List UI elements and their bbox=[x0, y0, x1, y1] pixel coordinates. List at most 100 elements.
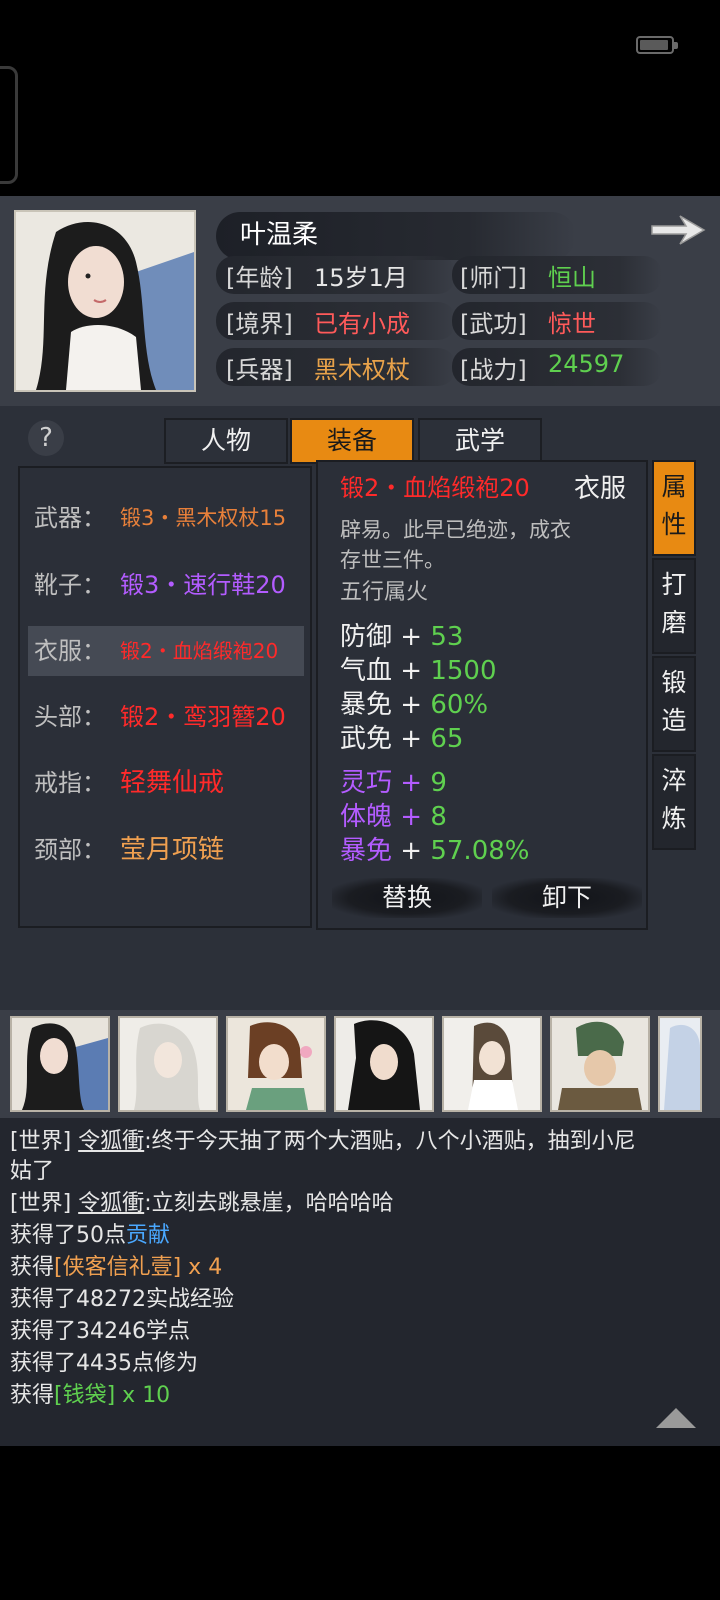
chat-line: [世界] 令狐衝:立刻去跳悬崖，哈哈哈哈 bbox=[10, 1188, 394, 1220]
expand-chat-icon[interactable] bbox=[656, 1408, 696, 1428]
tab-martial-arts[interactable]: 武学 bbox=[418, 418, 542, 464]
chat-highlight: 贡献 bbox=[126, 1223, 171, 1248]
help-icon[interactable]: ? bbox=[28, 420, 64, 456]
chat-item: [侠客信礼壹] x 4 bbox=[54, 1255, 223, 1280]
base-stats: 防御 + 53 气血 + 1500 暴免 + 60% 武免 + 65 bbox=[340, 620, 497, 756]
side-tabs: 属性 打磨 锻造 淬炼 bbox=[652, 460, 698, 850]
bonus-stat-row: 灵巧 + 9 bbox=[340, 766, 529, 800]
slot-label: 颈部： bbox=[34, 836, 106, 864]
chat-username[interactable]: 令狐衝 bbox=[78, 1129, 144, 1154]
stat-plus: + bbox=[392, 802, 431, 832]
stat-value: 57.08% bbox=[430, 836, 530, 866]
party-avatar[interactable] bbox=[118, 1016, 218, 1112]
portrait-image bbox=[16, 212, 194, 390]
chat-message: :立刻去跳悬崖，哈哈哈哈 bbox=[144, 1191, 394, 1216]
chat-line: 获得[侠客信礼壹] x 4 bbox=[10, 1252, 222, 1284]
age-label: [年龄] bbox=[226, 264, 293, 292]
chat-line: 获得了50点贡献 bbox=[10, 1220, 170, 1252]
weapon-label: [兵器] bbox=[226, 356, 293, 384]
item-type: 衣服 bbox=[574, 474, 627, 504]
bonus-stats: 灵巧 + 9 体魄 + 8 暴免 + 57.08% bbox=[340, 766, 529, 868]
stat-name: 暴免 bbox=[340, 690, 393, 720]
side-tab-forge[interactable]: 锻造 bbox=[652, 656, 696, 752]
stat-name: 灵巧 bbox=[340, 768, 393, 798]
party-avatar[interactable] bbox=[334, 1016, 434, 1112]
replace-button[interactable]: 替换 bbox=[332, 878, 482, 918]
tab-equipment[interactable]: 装备 bbox=[290, 418, 414, 464]
stat-value: 9 bbox=[430, 768, 447, 798]
battery-icon bbox=[636, 36, 678, 54]
sect-label: [师门] bbox=[460, 264, 527, 292]
weapon-value: 黑木权杖 bbox=[314, 356, 410, 384]
character-name: 叶温柔 bbox=[240, 220, 319, 250]
slot-ring[interactable]: 戒指： 轻舞仙戒 bbox=[28, 758, 304, 808]
item-desc-line2: 存世三件。 bbox=[340, 548, 445, 572]
chat-channel: [世界] bbox=[10, 1129, 72, 1154]
slot-item: 锻3・速行鞋20 bbox=[120, 571, 286, 599]
stat-row: 暴免 + 60% bbox=[340, 688, 497, 722]
chat-message: 获得了4435点修为 bbox=[10, 1351, 198, 1376]
stat-plus: + bbox=[392, 622, 431, 652]
martial-label: [武功] bbox=[460, 310, 527, 338]
stat-row: 防御 + 53 bbox=[340, 620, 497, 654]
chat-message: :终于今天抽了两个大酒贴，八个小酒贴，抽到小尼 bbox=[144, 1129, 636, 1154]
slot-weapon[interactable]: 武器： 锻3・黑木权杖15 bbox=[28, 493, 304, 543]
unequip-button[interactable]: 卸下 bbox=[492, 878, 642, 918]
slot-clothes[interactable]: 衣服： 锻2・血焰缎袍20 bbox=[28, 626, 304, 676]
chat-line: 姑了 bbox=[10, 1156, 54, 1188]
slot-label: 衣服： bbox=[34, 637, 106, 665]
slot-item: 锻3・黑木权杖15 bbox=[120, 506, 287, 530]
stat-row: 气血 + 1500 bbox=[340, 654, 497, 688]
item-desc-line1: 辟易。此早已绝迹，成衣 bbox=[340, 518, 571, 542]
chat-line: 获得了48272实战经验 bbox=[10, 1284, 234, 1316]
chat-line: 获得了4435点修为 bbox=[10, 1348, 198, 1380]
stat-name: 暴免 bbox=[340, 836, 393, 866]
stat-name: 防御 bbox=[340, 622, 393, 652]
slot-neck[interactable]: 颈部： 莹月项链 bbox=[28, 825, 304, 875]
item-title: 锻2・血焰缎袍20 bbox=[340, 474, 530, 502]
stat-name: 体魄 bbox=[340, 802, 393, 832]
stat-name: 气血 bbox=[340, 656, 393, 686]
party-avatar[interactable] bbox=[226, 1016, 326, 1112]
slot-item: 轻舞仙戒 bbox=[120, 768, 225, 798]
stat-name: 武免 bbox=[340, 724, 393, 754]
stat-row: 武免 + 65 bbox=[340, 722, 497, 756]
item-element: 五行属火 bbox=[340, 580, 429, 605]
side-tab-temper[interactable]: 淬炼 bbox=[652, 754, 696, 850]
side-tab-attributes[interactable]: 属性 bbox=[652, 460, 696, 556]
party-avatar[interactable] bbox=[550, 1016, 650, 1112]
chat-message: 获得了48272实战经验 bbox=[10, 1287, 234, 1312]
party-avatar[interactable] bbox=[658, 1016, 702, 1112]
party-avatar[interactable] bbox=[10, 1016, 110, 1112]
chat-item: [钱袋] x 10 bbox=[54, 1383, 171, 1408]
slot-item: 锻2・鸾羽簪20 bbox=[120, 703, 286, 731]
realm-value: 已有小成 bbox=[314, 310, 410, 338]
realm-label: [境界] bbox=[226, 310, 293, 338]
chat-username[interactable]: 令狐衝 bbox=[78, 1191, 144, 1216]
bonus-stat-row: 体魄 + 8 bbox=[340, 800, 529, 834]
next-arrow-icon[interactable] bbox=[650, 212, 706, 248]
side-tab-polish[interactable]: 打磨 bbox=[652, 558, 696, 654]
slot-boots[interactable]: 靴子： 锻3・速行鞋20 bbox=[28, 560, 304, 610]
edge-handle bbox=[0, 66, 18, 184]
chat-message: 获得 bbox=[10, 1383, 55, 1408]
slot-item: 锻2・血焰缎袍20 bbox=[120, 639, 279, 663]
tab-character[interactable]: 人物 bbox=[164, 418, 288, 464]
chat-channel: [世界] bbox=[10, 1191, 72, 1216]
stat-value: 65 bbox=[430, 724, 464, 754]
martial-value: 惊世 bbox=[548, 310, 596, 338]
age-value: 15岁1月 bbox=[314, 264, 408, 292]
power-label: [战力] bbox=[460, 356, 527, 384]
character-portrait[interactable] bbox=[14, 210, 196, 392]
slot-head[interactable]: 头部： 锻2・鸾羽簪20 bbox=[28, 692, 304, 742]
stat-plus: + bbox=[392, 768, 431, 798]
chat-line: [世界] 令狐衝:终于今天抽了两个大酒贴，八个小酒贴，抽到小尼 bbox=[10, 1126, 636, 1158]
stat-value: 8 bbox=[430, 802, 447, 832]
stat-plus: + bbox=[392, 724, 431, 754]
stat-plus: + bbox=[392, 690, 431, 720]
party-avatar[interactable] bbox=[442, 1016, 542, 1112]
chat-message: 获得了50点 bbox=[10, 1223, 126, 1248]
slot-label: 头部： bbox=[34, 703, 106, 731]
chat-message: 获得 bbox=[10, 1255, 55, 1280]
bonus-stat-row: 暴免 + 57.08% bbox=[340, 834, 529, 868]
